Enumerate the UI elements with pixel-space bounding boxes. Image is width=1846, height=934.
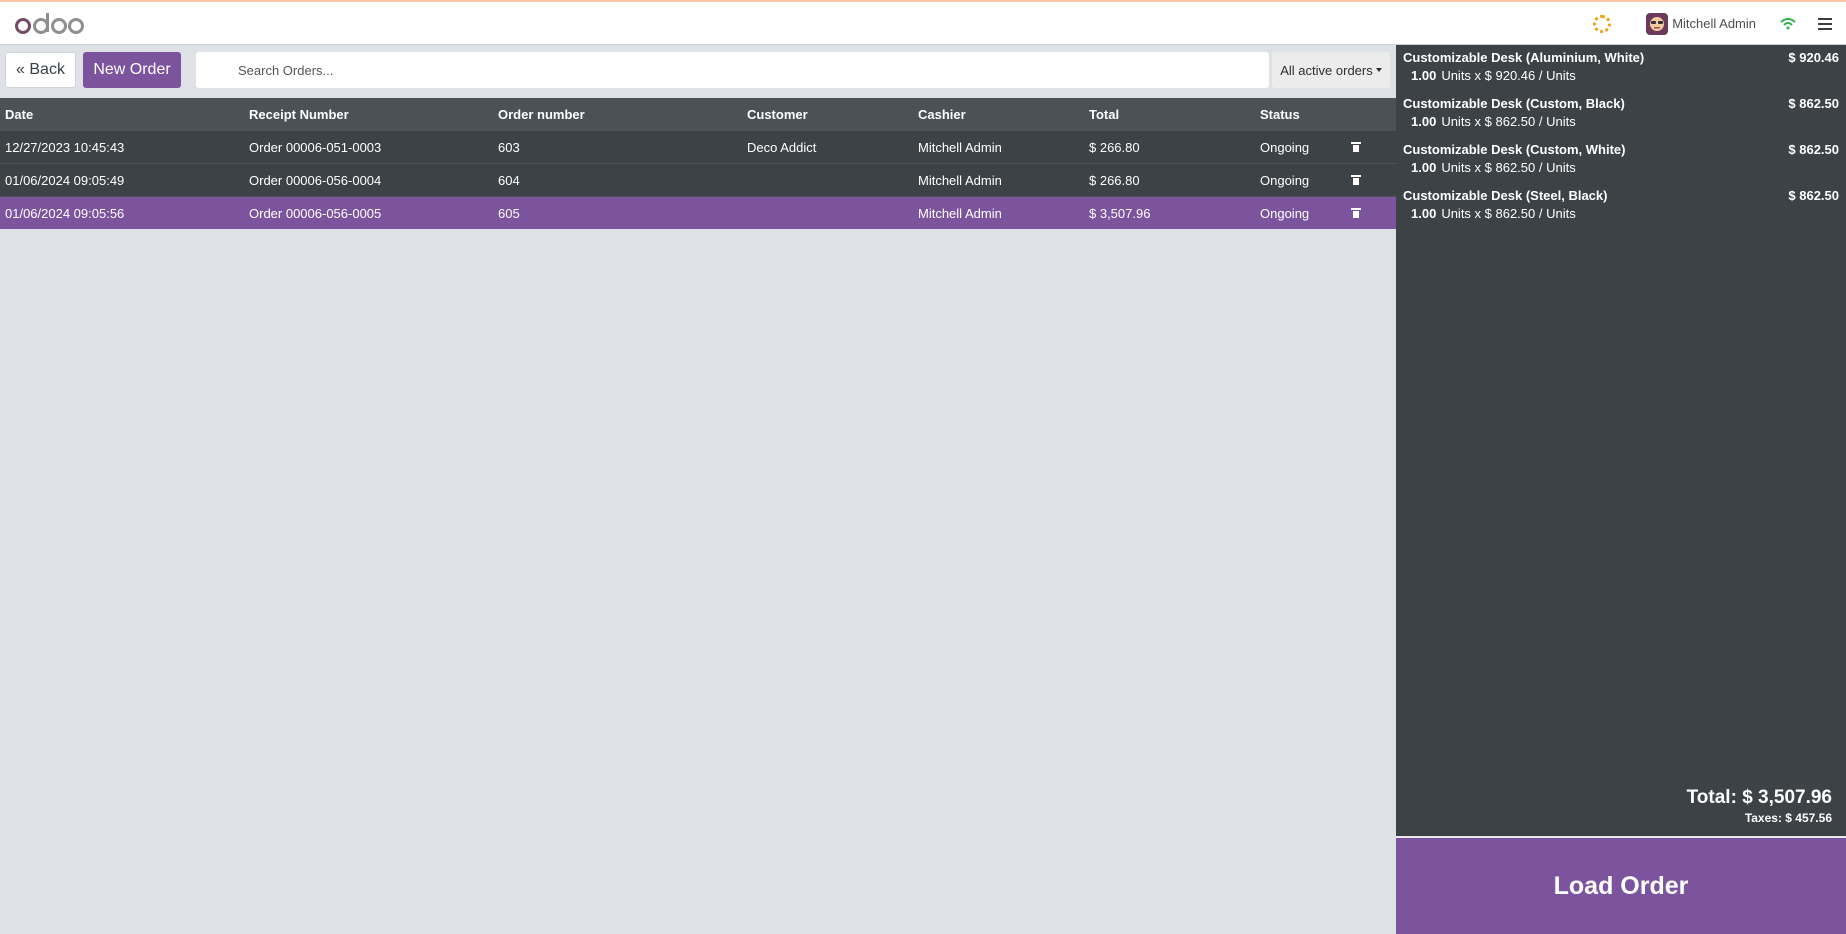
- line-product-name: Customizable Desk (Aluminium, White): [1403, 50, 1645, 65]
- line-unit-price: Units x $ 920.46 / Units: [1441, 68, 1576, 83]
- col-header-total: Total: [1089, 106, 1120, 122]
- line-product-name: Customizable Desk (Custom, White): [1403, 142, 1626, 157]
- order-totals: Total: $ 3,507.96 Taxes: $ 457.56: [1687, 787, 1832, 825]
- avatar: [1646, 12, 1669, 35]
- row-order-number: 604: [498, 172, 520, 188]
- order-line[interactable]: Customizable Desk (Custom, White) $ 862.…: [1396, 137, 1846, 183]
- trash-icon: [1351, 208, 1361, 218]
- row-order-number: 603: [498, 139, 520, 155]
- line-unit-price: Units x $ 862.50 / Units: [1441, 114, 1576, 129]
- row-order-number: 605: [498, 205, 520, 221]
- line-unit-price: Units x $ 862.50 / Units: [1441, 206, 1576, 221]
- line-price: $ 862.50: [1788, 142, 1839, 157]
- row-receipt: Order 00006-056-0005: [249, 205, 382, 221]
- odoo-logo: [14, 10, 84, 38]
- caret-down-icon: [1375, 68, 1382, 72]
- hamburger-menu-icon[interactable]: [1818, 17, 1832, 30]
- wifi-icon[interactable]: [1780, 17, 1796, 30]
- row-status: Ongoing: [1260, 139, 1310, 155]
- row-total: $ 266.80: [1089, 139, 1140, 155]
- delete-order-button[interactable]: [1351, 142, 1392, 152]
- delete-order-button[interactable]: [1351, 208, 1392, 218]
- row-status: Ongoing: [1260, 172, 1310, 188]
- col-header-date: Date: [5, 106, 34, 122]
- new-order-button[interactable]: New Order: [83, 52, 181, 88]
- search-box: [196, 52, 1269, 88]
- orders-panel: « Back New Order All active orders Date …: [0, 45, 1396, 934]
- row-date: 01/06/2024 09:05:56: [5, 205, 125, 221]
- col-header-cashier: Cashier: [918, 106, 966, 122]
- col-header-customer: Customer: [747, 106, 808, 122]
- row-status: Ongoing: [1260, 205, 1310, 221]
- order-line[interactable]: Customizable Desk (Steel, Black) $ 862.5…: [1396, 183, 1846, 229]
- row-cashier: Mitchell Admin: [918, 172, 1002, 188]
- row-customer: Deco Addict: [747, 139, 817, 155]
- row-receipt: Order 00006-056-0004: [249, 172, 382, 188]
- user-menu[interactable]: Mitchell Admin: [1646, 12, 1756, 35]
- order-total: Total: $ 3,507.96: [1686, 787, 1832, 808]
- row-date: 01/06/2024 09:05:49: [5, 172, 125, 188]
- order-line[interactable]: Customizable Desk (Custom, Black) $ 862.…: [1396, 91, 1846, 137]
- search-input[interactable]: [196, 52, 1269, 88]
- row-cashier: Mitchell Admin: [918, 139, 1002, 155]
- order-details-panel: Customizable Desk (Aluminium, White) $ 9…: [1396, 45, 1846, 934]
- trash-icon: [1351, 175, 1361, 185]
- table-row-selected[interactable]: 01/06/2024 09:05:56 Order 00006-056-0005…: [0, 196, 1396, 229]
- order-taxes: Taxes: $ 457.56: [1744, 811, 1832, 825]
- col-header-order-number: Order number: [498, 106, 585, 122]
- top-bar: Mitchell Admin: [0, 0, 1846, 45]
- line-price: $ 862.50: [1788, 188, 1839, 203]
- trash-icon: [1351, 142, 1361, 152]
- line-detail: 1.00 Units x $ 862.50 / Units: [1403, 160, 1839, 175]
- orders-table: Date Receipt Number Order number Custome…: [0, 98, 1396, 229]
- col-header-receipt: Receipt Number: [249, 106, 349, 122]
- user-name: Mitchell Admin: [1672, 16, 1756, 31]
- line-product-name: Customizable Desk (Custom, Black): [1403, 96, 1625, 111]
- line-qty: 1.00: [1411, 68, 1437, 83]
- filter-label: All active orders: [1280, 62, 1373, 78]
- back-button[interactable]: « Back: [5, 52, 76, 88]
- line-qty: 1.00: [1411, 206, 1437, 221]
- table-row[interactable]: 01/06/2024 09:05:49 Order 00006-056-0004…: [0, 163, 1396, 196]
- filter-dropdown[interactable]: All active orders: [1272, 52, 1390, 88]
- controls-bar: « Back New Order All active orders: [0, 45, 1396, 98]
- line-detail: 1.00 Units x $ 920.46 / Units: [1403, 68, 1839, 83]
- line-price: $ 920.46: [1788, 50, 1839, 65]
- table-header: Date Receipt Number Order number Custome…: [0, 98, 1396, 130]
- row-receipt: Order 00006-051-0003: [249, 139, 382, 155]
- line-qty: 1.00: [1411, 160, 1437, 175]
- order-line[interactable]: Customizable Desk (Aluminium, White) $ 9…: [1396, 45, 1846, 91]
- line-detail: 1.00 Units x $ 862.50 / Units: [1403, 206, 1839, 221]
- col-header-status: Status: [1260, 106, 1300, 122]
- row-total: $ 3,507.96: [1089, 205, 1151, 221]
- order-lines: Customizable Desk (Aluminium, White) $ 9…: [1396, 45, 1846, 229]
- row-cashier: Mitchell Admin: [918, 205, 1002, 221]
- line-qty: 1.00: [1411, 114, 1437, 129]
- table-row[interactable]: 12/27/2023 10:45:43 Order 00006-051-0003…: [0, 130, 1396, 163]
- row-total: $ 266.80: [1089, 172, 1140, 188]
- row-date: 12/27/2023 10:45:43: [5, 139, 125, 155]
- line-detail: 1.00 Units x $ 862.50 / Units: [1403, 114, 1839, 129]
- load-order-button[interactable]: Load Order: [1396, 836, 1846, 934]
- delete-order-button[interactable]: [1351, 175, 1392, 185]
- sun-icon[interactable]: [1593, 14, 1612, 33]
- line-unit-price: Units x $ 862.50 / Units: [1441, 160, 1576, 175]
- line-price: $ 862.50: [1788, 96, 1839, 111]
- line-product-name: Customizable Desk (Steel, Black): [1403, 188, 1608, 203]
